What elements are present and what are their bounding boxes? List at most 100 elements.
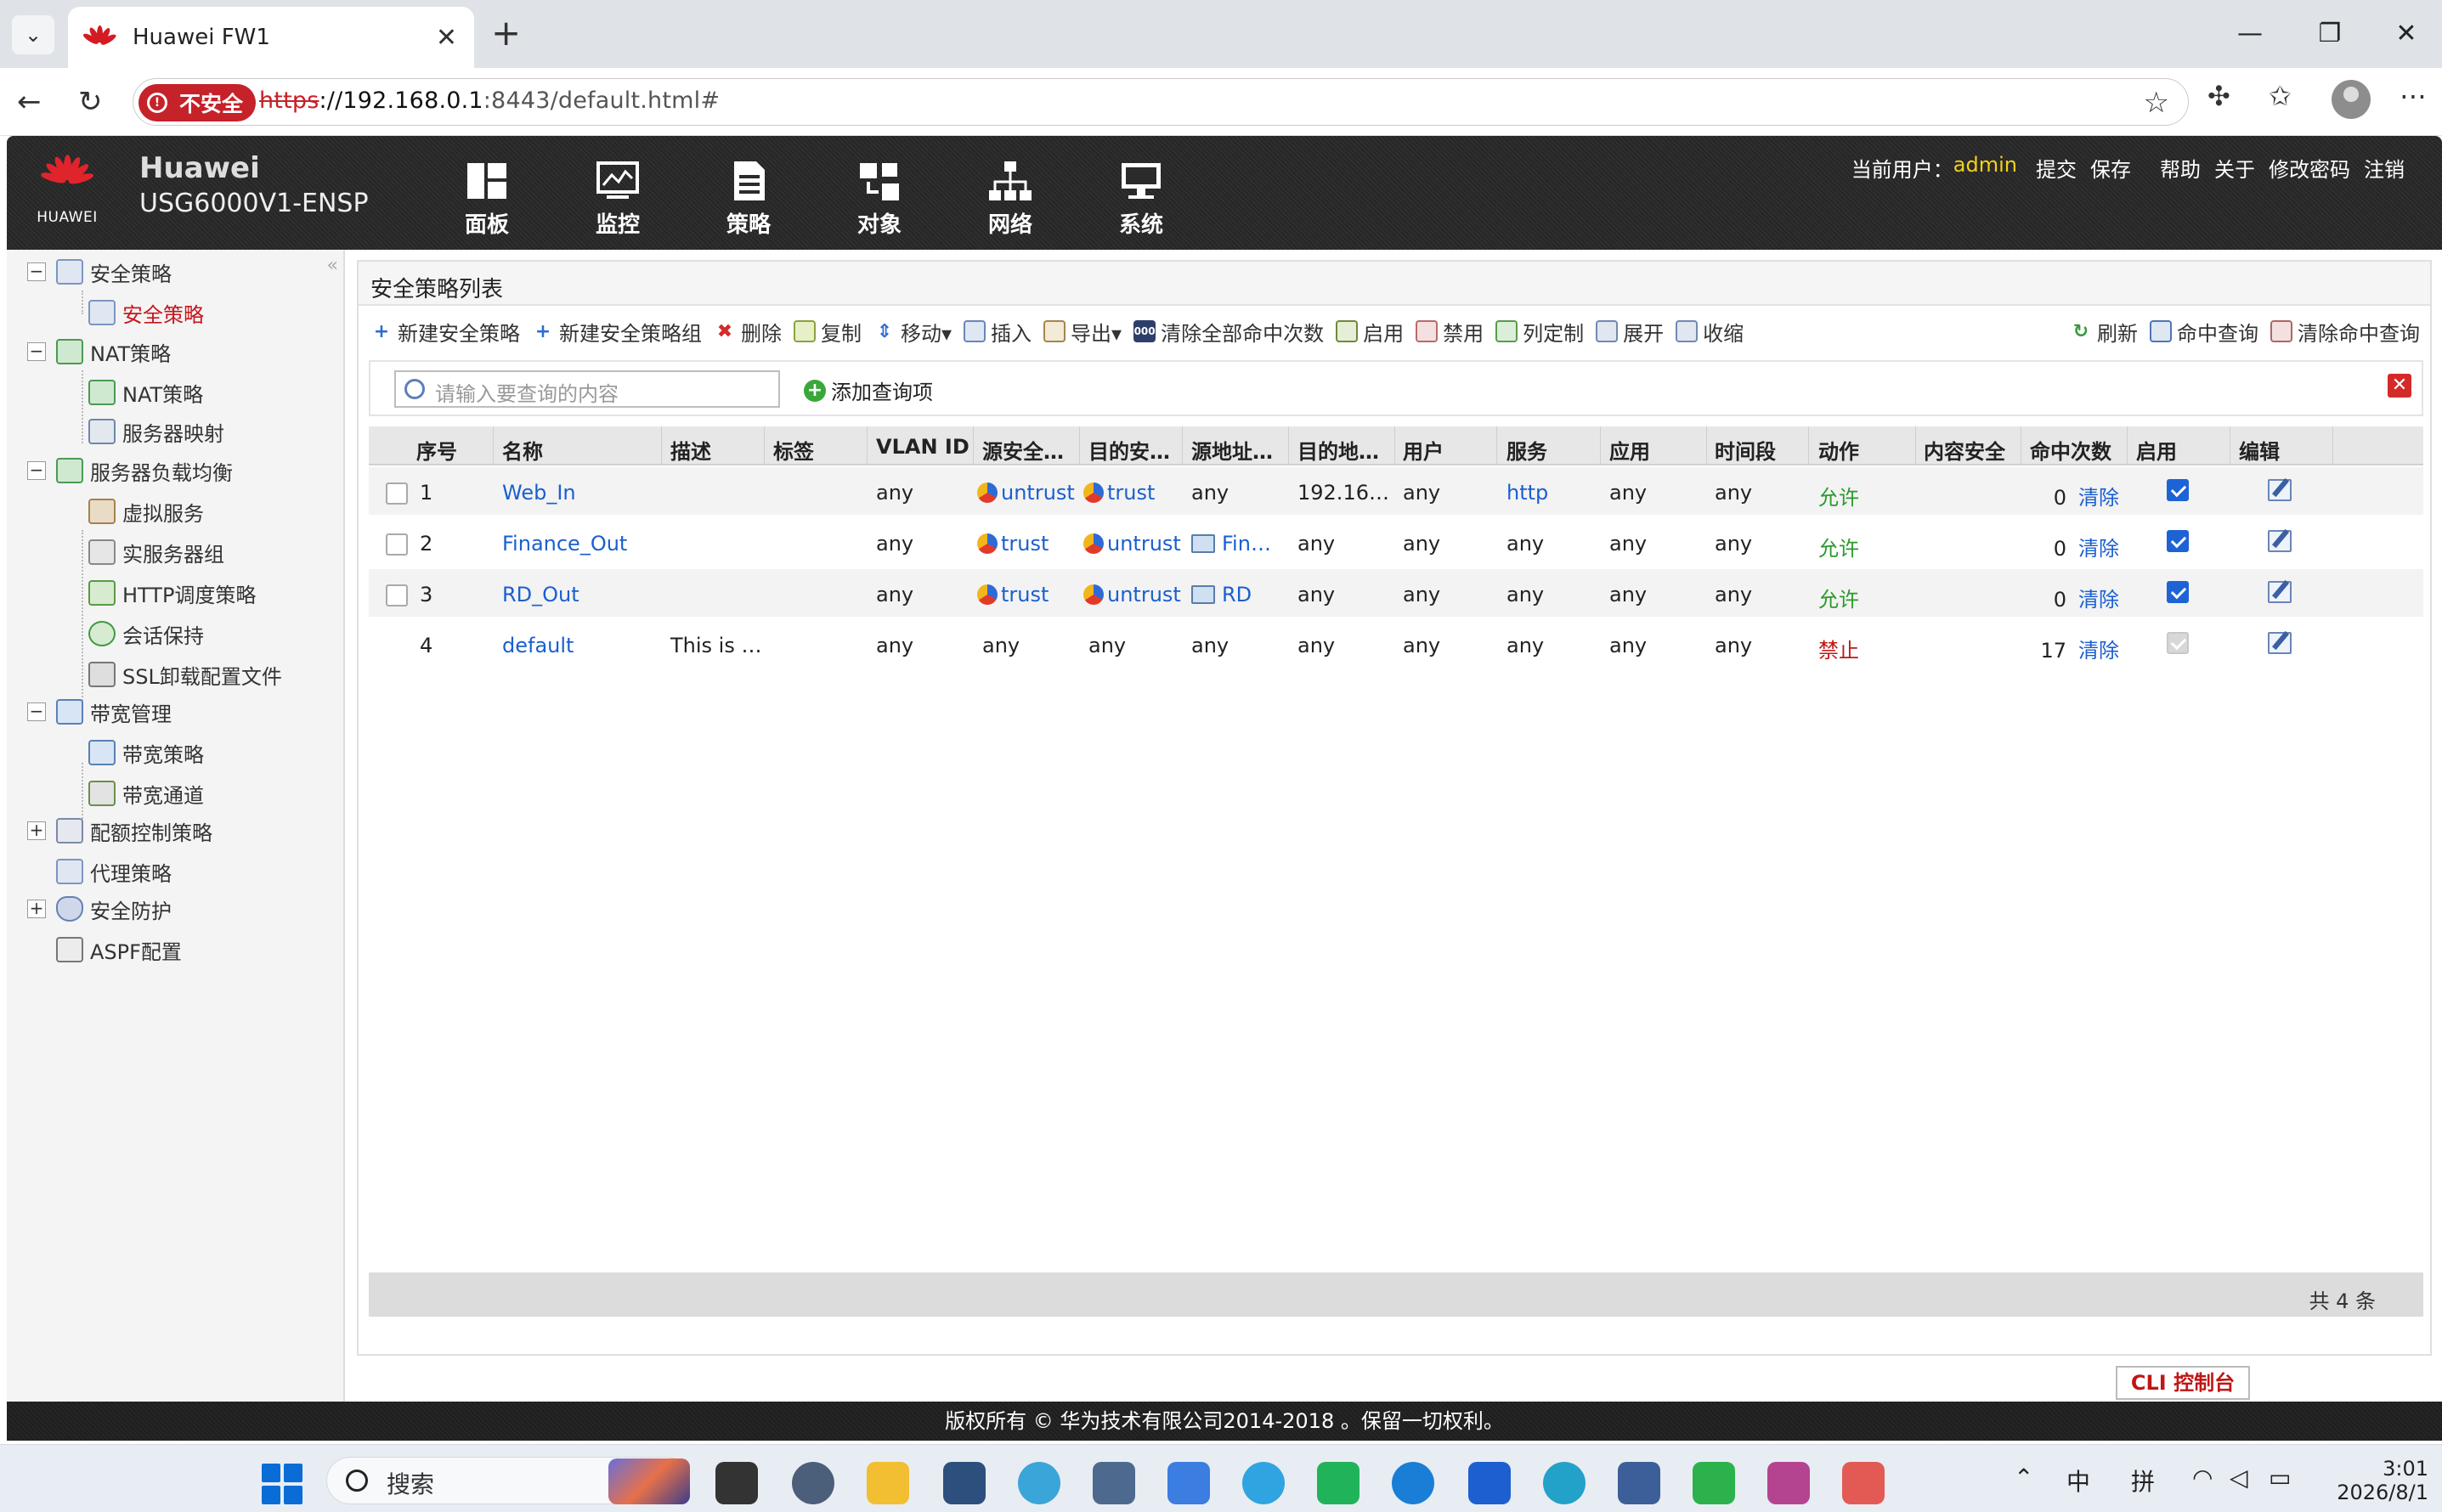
- extensions-icon[interactable]: ✣: [2207, 80, 2230, 112]
- service[interactable]: http: [1506, 481, 1548, 505]
- ensp-icon[interactable]: [1093, 1462, 1135, 1504]
- new-policy-group-button[interactable]: + 新建安全策略组: [532, 317, 702, 347]
- edit-icon[interactable]: [2268, 581, 2292, 603]
- task-view-icon[interactable]: [715, 1462, 758, 1504]
- enable-checkbox[interactable]: [2167, 632, 2189, 654]
- sidebar-item-security-policy[interactable]: 安全策略: [88, 296, 204, 330]
- col-header-enabled[interactable]: 启用: [2128, 426, 2230, 465]
- tray-chevron-icon[interactable]: ⌃: [2014, 1464, 2033, 1492]
- nav-system[interactable]: 系统: [1076, 160, 1207, 245]
- zone-dst-zone[interactable]: untrust: [1083, 532, 1181, 556]
- app-swirl-icon[interactable]: [1242, 1462, 1285, 1504]
- snipping-tool-icon[interactable]: [1842, 1462, 1885, 1504]
- table-row[interactable]: 2 Finance_Out any trust untrust Fin… any any any…: [369, 518, 2423, 566]
- new-policy-button[interactable]: + 新建安全策略: [370, 317, 520, 347]
- col-header-tag[interactable]: 标签: [765, 426, 868, 465]
- sidebar-item-http-policy[interactable]: HTTP调度策略: [88, 576, 256, 610]
- insert-button[interactable]: 插入: [964, 317, 1032, 347]
- network-tool-icon[interactable]: [1618, 1462, 1660, 1504]
- clear-hits-link[interactable]: 清除: [2078, 486, 2119, 510]
- insecure-badge[interactable]: ! 不安全: [138, 84, 256, 121]
- delete-button[interactable]: ✖ 删除: [714, 317, 782, 347]
- col-header-dst-zone[interactable]: 目的安…: [1080, 426, 1183, 465]
- profile-avatar[interactable]: [2332, 80, 2371, 119]
- sidebar-item-nat-group[interactable]: − NAT策略: [27, 335, 171, 369]
- cli-console-button[interactable]: CLI 控制台: [2116, 1366, 2250, 1400]
- tab-list-button[interactable]: ⌄: [12, 15, 54, 54]
- policy-name-link[interactable]: default: [502, 634, 574, 657]
- row-select-checkbox[interactable]: [386, 482, 408, 505]
- row-select-checkbox[interactable]: [386, 584, 408, 606]
- clear-hits-link[interactable]: 清除: [2078, 537, 2119, 561]
- refresh-button[interactable]: ↻ 刷新: [2070, 317, 2138, 347]
- enable-checkbox[interactable]: [2167, 581, 2189, 603]
- edit-icon[interactable]: [2268, 479, 2292, 501]
- minimize-icon[interactable]: —: [2224, 8, 2275, 59]
- wechat-icon[interactable]: [1693, 1462, 1735, 1504]
- wireshark-icon[interactable]: [943, 1462, 986, 1504]
- virtualbox-icon[interactable]: [1018, 1462, 1060, 1504]
- lexiang-icon[interactable]: [1468, 1462, 1511, 1504]
- clear-all-hits-button[interactable]: 000 清除全部命中次数: [1133, 317, 1324, 347]
- sidebar-item-real-server-group[interactable]: 实服务器组: [88, 535, 224, 569]
- zone-src-zone[interactable]: untrust: [977, 481, 1075, 505]
- close-window-icon[interactable]: ✕: [2381, 8, 2432, 59]
- reload-icon[interactable]: ↻: [78, 83, 103, 121]
- shopping-bag-icon[interactable]: [1317, 1462, 1359, 1504]
- ime-mode[interactable]: 中: [2066, 1464, 2090, 1498]
- expand-toggle-icon[interactable]: +: [27, 821, 46, 840]
- zone-src-zone[interactable]: trust: [977, 583, 1049, 606]
- collapse-toggle-icon[interactable]: −: [27, 461, 46, 480]
- col-header-content[interactable]: 内容安全: [1915, 426, 2021, 465]
- sidebar-item-security-policy-group[interactable]: − 安全策略: [27, 255, 172, 289]
- about-link[interactable]: 关于: [2207, 153, 2262, 183]
- edit-icon[interactable]: [2268, 632, 2292, 654]
- col-header-src-addr[interactable]: 源地址…: [1183, 426, 1289, 465]
- enable-checkbox[interactable]: [2167, 530, 2189, 552]
- table-row[interactable]: 3 RD_Out any trust untrust RD any any any any any 允…: [369, 569, 2423, 617]
- col-header-no[interactable]: 序号: [369, 426, 494, 465]
- windows-start-icon[interactable]: [262, 1464, 302, 1504]
- clear-hits-link[interactable]: 清除: [2078, 588, 2119, 612]
- zone-dst-zone[interactable]: untrust: [1083, 583, 1181, 606]
- row-select-checkbox[interactable]: [386, 533, 408, 556]
- copy-button[interactable]: 复制: [794, 317, 862, 347]
- zone-src-zone[interactable]: trust: [977, 532, 1049, 556]
- search-input[interactable]: 请输入要查询的内容: [394, 370, 780, 408]
- col-header-user[interactable]: 用户: [1394, 426, 1497, 465]
- ime-pinyin[interactable]: 拼: [2131, 1464, 2155, 1498]
- sidebar-item-security-protection[interactable]: + 安全防护: [27, 892, 172, 926]
- logout-link[interactable]: 注销: [2357, 153, 2411, 183]
- sidebar-item-server-mapping[interactable]: 服务器映射: [88, 415, 224, 449]
- sidebar-item-quota-group[interactable]: + 配额控制策略: [27, 814, 212, 848]
- policy-name-link[interactable]: Web_In: [502, 481, 576, 505]
- edge-ai-icon[interactable]: [1543, 1462, 1586, 1504]
- nav-policy[interactable]: 策略: [683, 160, 814, 245]
- customize-columns-button[interactable]: 列定制: [1495, 317, 1584, 347]
- table-row[interactable]: 4 default This is … any any any any any any any an…: [369, 620, 2423, 668]
- system-clock[interactable]: 3:01 2026/8/1: [2326, 1457, 2428, 1504]
- sidebar-item-bandwidth-group[interactable]: − 带宽管理: [27, 695, 172, 729]
- save-link[interactable]: 保存: [2083, 153, 2138, 183]
- file-explorer-icon[interactable]: [867, 1462, 909, 1504]
- sidebar-item-bandwidth-policy[interactable]: 带宽策略: [88, 736, 204, 770]
- help-link[interactable]: 帮助: [2153, 153, 2207, 183]
- back-icon[interactable]: ←: [17, 83, 42, 121]
- expand-button[interactable]: 展开: [1596, 317, 1664, 347]
- col-header-edit[interactable]: 编辑: [2230, 426, 2333, 465]
- col-header-hits[interactable]: 命中次数: [2021, 426, 2128, 465]
- enable-checkbox[interactable]: [2167, 479, 2189, 501]
- settings-gear-icon[interactable]: [792, 1462, 834, 1504]
- nav-dashboard[interactable]: 面板: [421, 160, 552, 245]
- sidebar-item-slb-group[interactable]: − 服务器负载均衡: [27, 454, 233, 488]
- hit-query-button[interactable]: 命中查询: [2150, 317, 2258, 347]
- col-header-time[interactable]: 时间段: [1706, 426, 1809, 465]
- sidebar-item-session-persistence[interactable]: 会话保持: [88, 617, 204, 651]
- battery-icon[interactable]: ▭: [2269, 1464, 2291, 1492]
- disable-button[interactable]: 禁用: [1416, 317, 1484, 347]
- change-password-link[interactable]: 修改密码: [2262, 153, 2357, 183]
- nav-monitor[interactable]: 监控: [552, 160, 683, 245]
- design-app-icon[interactable]: [1767, 1462, 1810, 1504]
- tab-close-icon[interactable]: ✕: [436, 23, 457, 53]
- restore-icon[interactable]: ❐: [2304, 8, 2355, 59]
